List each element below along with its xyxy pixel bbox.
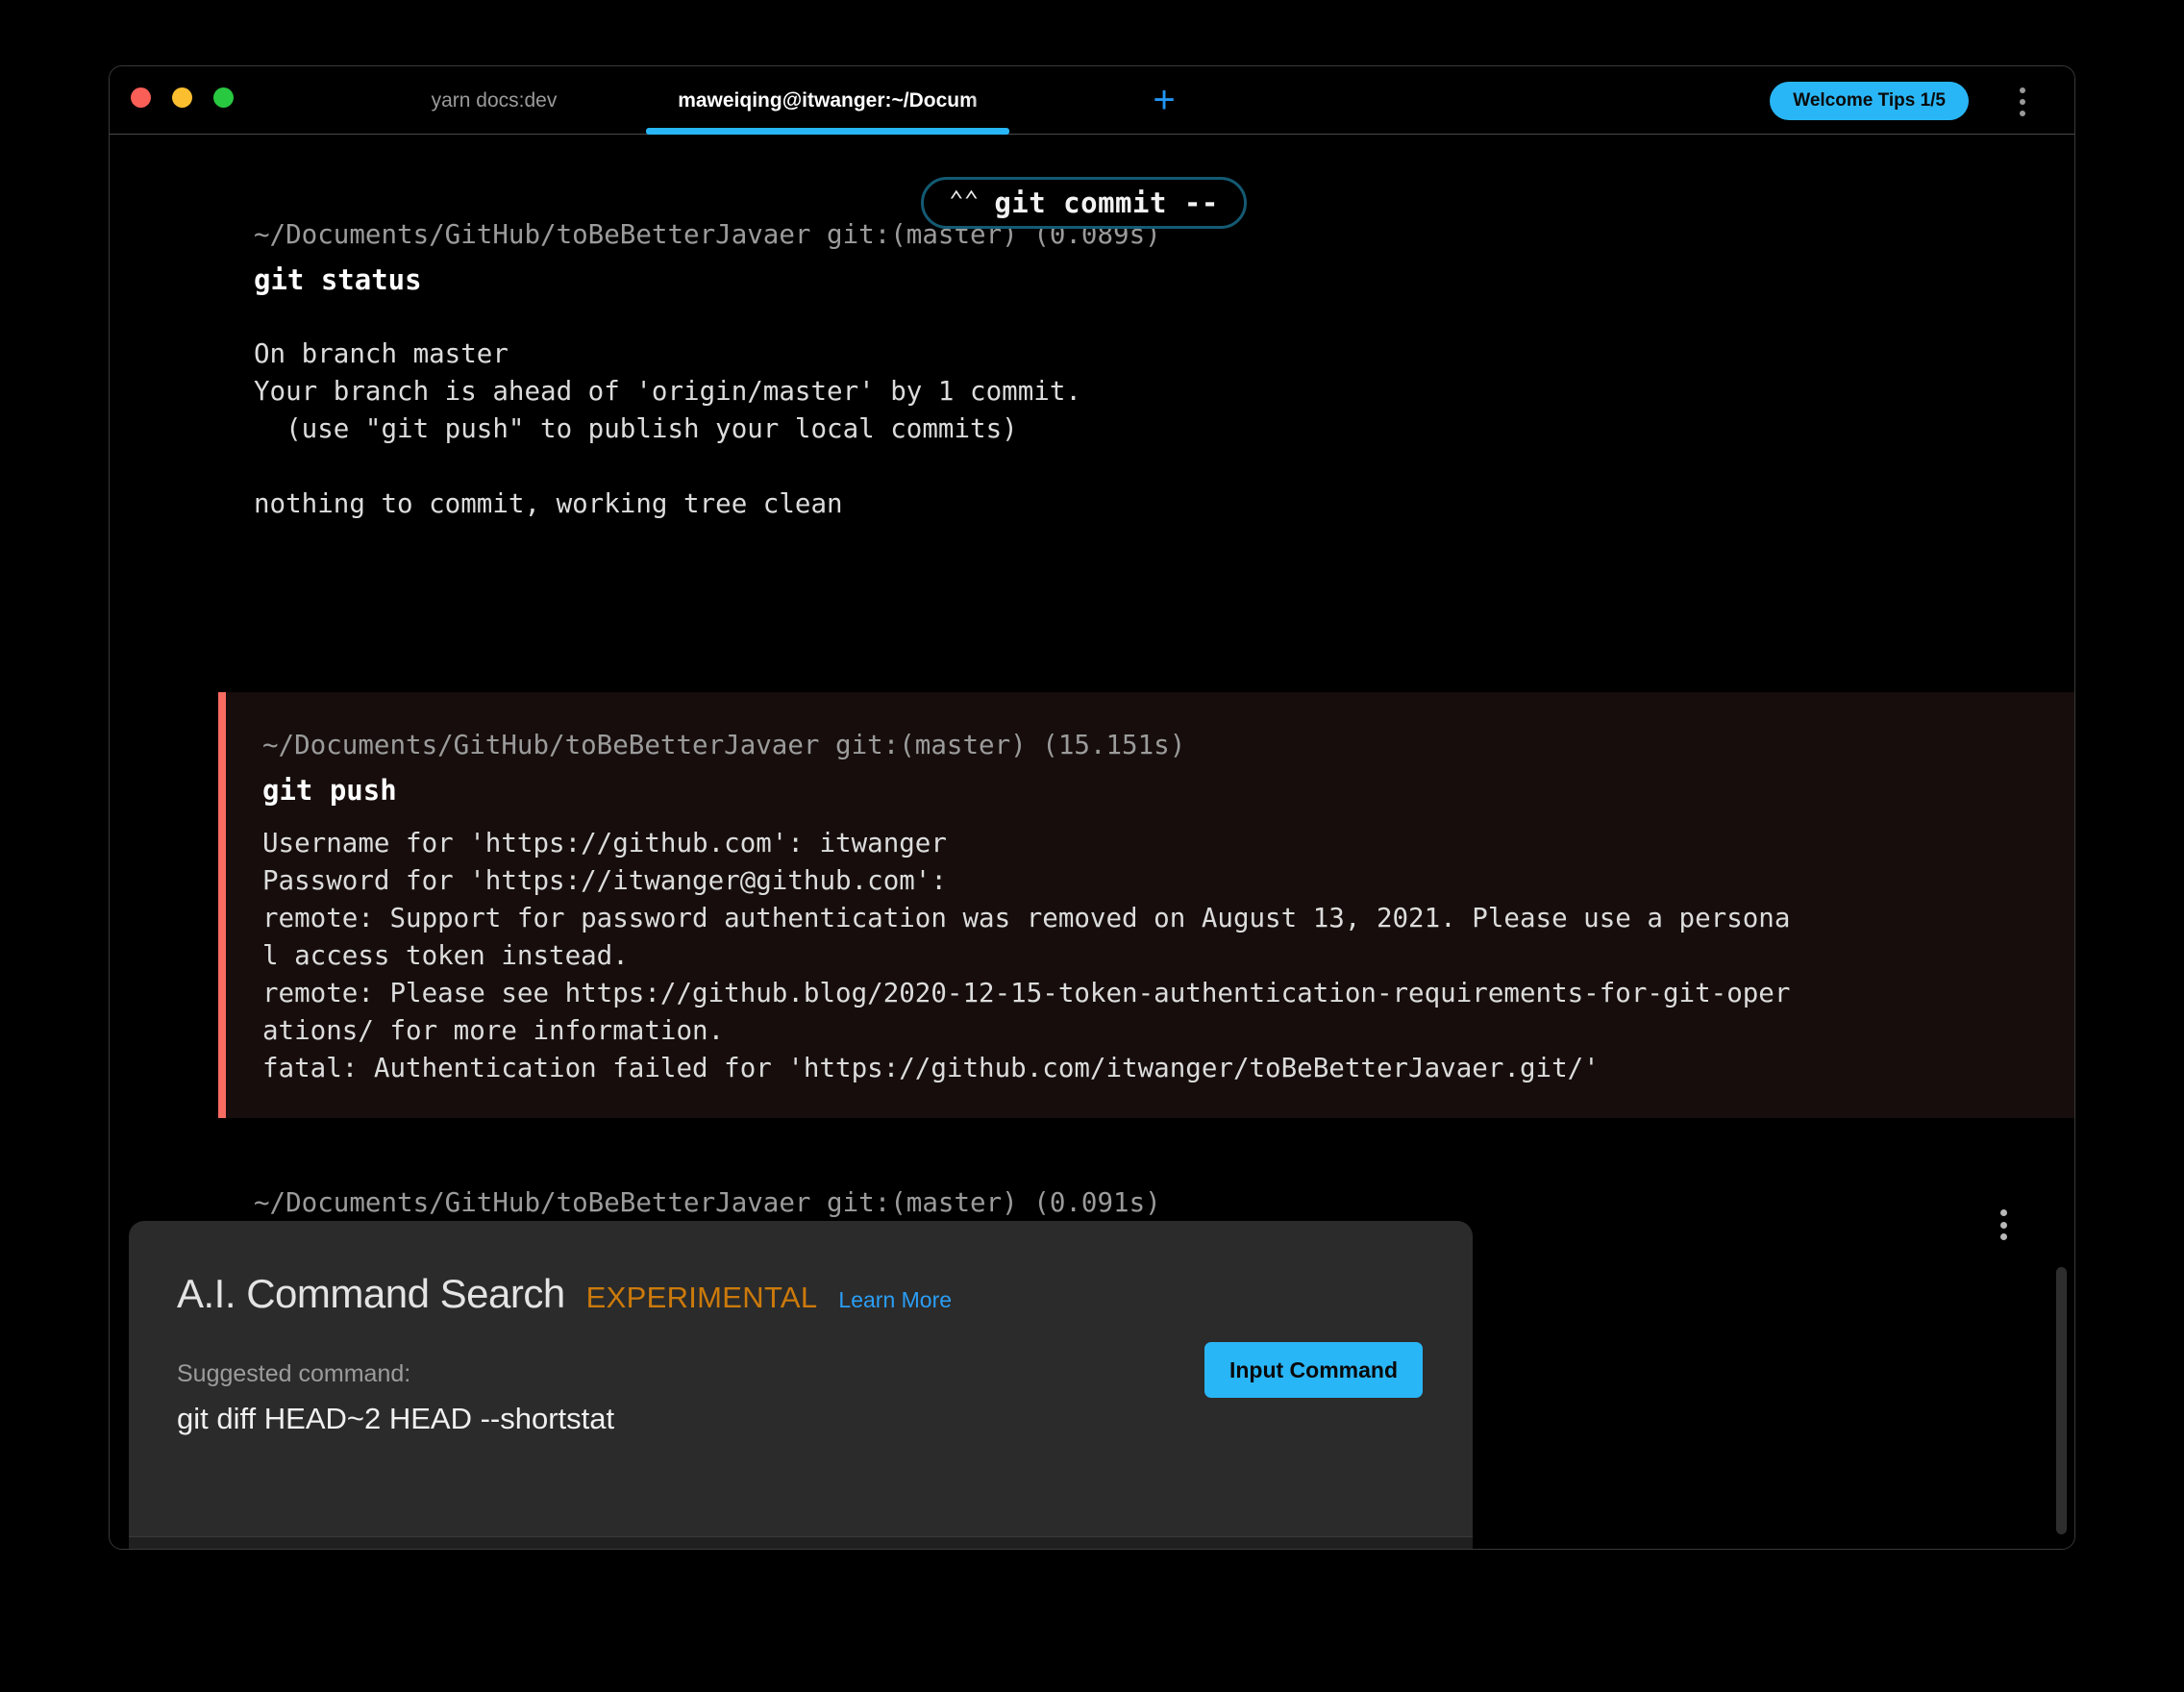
input-command-button[interactable]: Input Command bbox=[1204, 1342, 1423, 1398]
output-line: fatal: Authentication failed for 'https:… bbox=[262, 1050, 2039, 1087]
new-tab-icon[interactable]: + bbox=[1148, 86, 1180, 118]
prompt-line: ~/Documents/GitHub/toBeBetterJavaer git:… bbox=[262, 727, 2039, 764]
ai-command-search-panel: A.I. Command Search EXPERIMENTAL Learn M… bbox=[129, 1221, 1473, 1550]
tab-maweiqing-itwanger[interactable]: maweiqing@itwanger:~/Docum bbox=[636, 66, 1019, 135]
welcome-tips-button[interactable]: Welcome Tips 1/5 bbox=[1770, 82, 1969, 120]
command-block-git-push-error: ~/Documents/GitHub/toBeBetterJavaer git:… bbox=[218, 692, 2074, 1118]
output-line: Your branch is ahead of 'origin/master' … bbox=[254, 373, 1930, 411]
output-line: Password for 'https://itwanger@github.co… bbox=[262, 862, 2039, 900]
output-line: Username for 'https://github.com': itwan… bbox=[262, 825, 2039, 862]
output-line: nothing to commit, working tree clean bbox=[254, 485, 1930, 523]
command-block-git-status: ~/Documents/GitHub/toBeBetterJavaer git:… bbox=[110, 192, 2074, 542]
experimental-badge: EXPERIMENTAL bbox=[586, 1281, 818, 1315]
tab-label: maweiqing@itwanger:~/Docum bbox=[636, 89, 1019, 112]
tab-yarn-docs-dev[interactable]: yarn docs:dev bbox=[350, 66, 638, 135]
terminal-body[interactable]: ⌃⌃ git commit -- ~/Documents/GitHub/toBe… bbox=[110, 135, 2074, 1550]
suggested-command-label: Suggested command: bbox=[177, 1360, 614, 1388]
ai-input-row[interactable]: w many lines were changed in the last 2 … bbox=[129, 1536, 1473, 1550]
command-suggestion-pill[interactable]: ⌃⌃ git commit -- bbox=[921, 177, 1247, 229]
traffic-lights bbox=[131, 87, 234, 108]
output-line: l access token instead. bbox=[262, 937, 2039, 975]
double-chevron-up-icon: ⌃⌃ bbox=[949, 188, 979, 213]
tab-label: yarn docs:dev bbox=[432, 89, 558, 112]
command-pill-label: git commit -- bbox=[994, 187, 1218, 219]
suggested-command-label-wrap: Suggested command: git diff HEAD~2 HEAD … bbox=[177, 1360, 614, 1436]
maximize-window-button[interactable] bbox=[213, 87, 234, 108]
block-kebab-menu-icon[interactable] bbox=[1992, 1209, 2015, 1240]
occluded-prompt-line: ~/Documents/GitHub/toBeBetterJavaer git:… bbox=[254, 1187, 1161, 1218]
output-line: remote: Support for password authenticat… bbox=[262, 900, 2039, 937]
output-line: remote: Please see https://github.blog/2… bbox=[262, 975, 2039, 1012]
title-bar: yarn docs:dev maweiqing@itwanger:~/Docum… bbox=[110, 66, 2074, 135]
output-line bbox=[254, 448, 1930, 485]
output-line: ations/ for more information. bbox=[262, 1012, 2039, 1050]
ai-panel-header: A.I. Command Search EXPERIMENTAL Learn M… bbox=[177, 1271, 952, 1317]
kebab-menu-icon[interactable] bbox=[2011, 87, 2034, 116]
output-line: (use "git push" to publish your local co… bbox=[254, 411, 1930, 448]
learn-more-link[interactable]: Learn More bbox=[838, 1287, 952, 1313]
close-window-button[interactable] bbox=[131, 87, 151, 108]
command-line: git status bbox=[254, 261, 1930, 299]
output-line: On branch master bbox=[254, 336, 1930, 373]
ai-panel-title: A.I. Command Search bbox=[177, 1271, 565, 1317]
vertical-scrollbar[interactable] bbox=[2056, 1267, 2067, 1534]
command-line: git push bbox=[262, 772, 2039, 809]
terminal-window: yarn docs:dev maweiqing@itwanger:~/Docum… bbox=[109, 65, 2075, 1550]
minimize-window-button[interactable] bbox=[172, 87, 192, 108]
suggested-command-value: git diff HEAD~2 HEAD --shortstat bbox=[177, 1402, 614, 1436]
